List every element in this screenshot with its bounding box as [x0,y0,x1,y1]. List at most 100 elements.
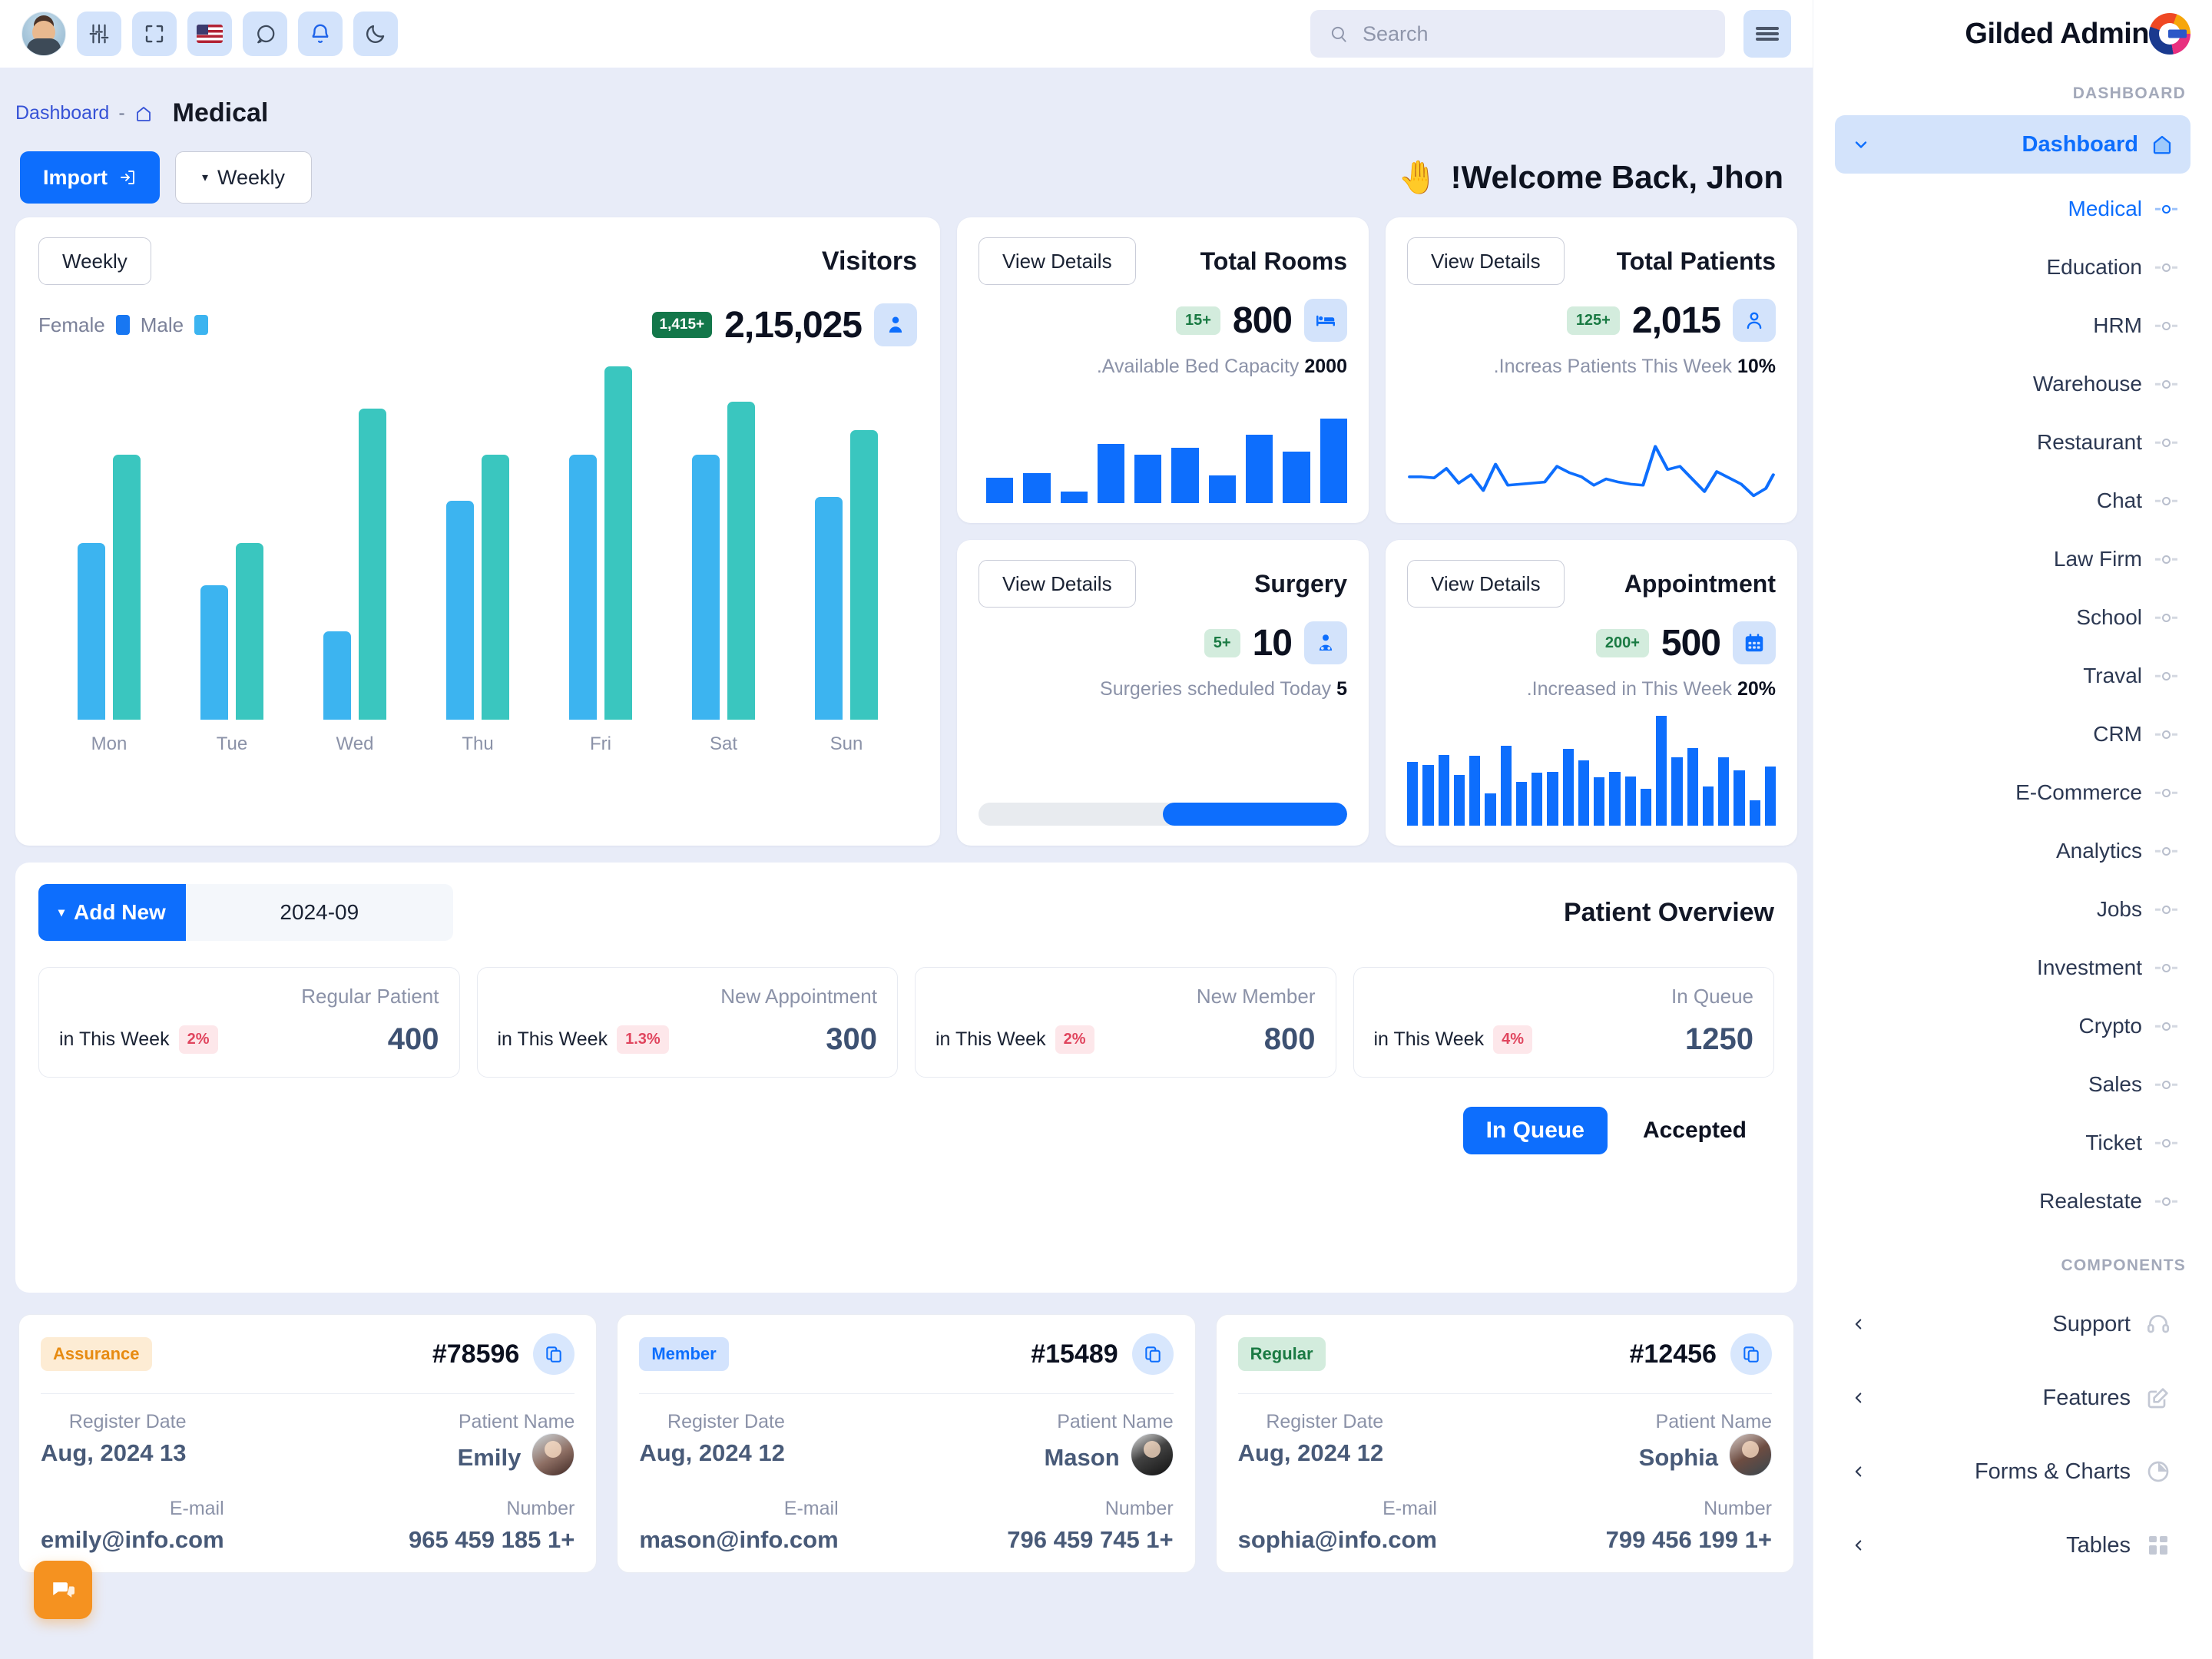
bar [1407,761,1419,826]
appointment-view-details-button[interactable]: View Details [1407,560,1565,608]
stat-week-group: in This Week 1.3% [498,1025,669,1054]
sidebar-item-support[interactable]: Support [1835,1287,2190,1361]
total-patients-view-details-button[interactable]: View Details [1407,237,1565,285]
period-select[interactable]: ▾ Weekly [175,151,313,204]
sidebar-item-ticket[interactable]: Ticket [1835,1114,2190,1172]
brand-name: Gilded Admin [1965,17,2149,50]
sidebar-item-jobs[interactable]: Jobs [1835,880,2190,939]
bar [1532,773,1543,826]
chat-icon[interactable] [243,12,287,56]
sidebar-item-hrm[interactable]: HRM [1835,296,2190,355]
field-label: Register Date [1266,1411,1384,1432]
surgery-title: Surgery [1254,569,1347,598]
bar [1764,766,1776,826]
bar-group-tue [200,366,263,720]
bar-group-sun [815,366,878,720]
sidebar-item-traval[interactable]: Traval [1835,647,2190,705]
register-date-value: Aug, 2024 13 [41,1439,187,1466]
kpi-row-bottom: View Details Surgery 5+ 10 Surgeries sch… [957,540,1797,846]
copy-icon[interactable] [1131,1333,1174,1375]
total-rooms-view-details-button[interactable]: View Details [979,237,1136,285]
visitors-bars [38,366,917,720]
stat-label: New Appointment [720,985,877,1008]
fullscreen-icon[interactable] [132,12,177,56]
patient-card-list: Assurance #78596 Register Date Aug, 2024… [15,1314,1797,1573]
stat-week-group: in This Week 4% [1374,1025,1532,1054]
surgery-view-details-button[interactable]: View Details [979,560,1136,608]
sidebar-item-sales[interactable]: Sales [1835,1055,2190,1114]
sidebar-item-crypto[interactable]: Crypto [1835,997,2190,1055]
stat-bottom: in This Week 1.3% 300 [498,1022,878,1057]
sidebar-item-crm[interactable]: CRM [1835,705,2190,763]
tab-accepted[interactable]: Accepted [1620,1107,1770,1154]
sidebar-item-tables[interactable]: Tables [1835,1508,2190,1582]
legend-female-label: Female [38,313,105,336]
add-new-button[interactable]: ▾ Add New [38,884,186,941]
visitors-period-button[interactable]: Weekly [38,237,151,285]
bar-female-mon [78,543,105,720]
stat-card-in-queue: In Queue in This Week 4% 1250 [1353,967,1774,1078]
divider [1237,1393,1772,1394]
chat-support-button[interactable] [34,1561,92,1619]
bar-female-wed [323,631,351,720]
sidebar-item-warehouse[interactable]: Warehouse [1835,355,2190,413]
x-tick-tue: Tue [216,733,248,754]
moon-icon[interactable] [353,12,398,56]
breadcrumb: Medical - Dashboard [15,68,1797,128]
app-root: Search Medical - Dashboard Import ▾ Week… [0,0,2212,1659]
hamburger-icon [1756,25,1779,43]
sidebar-item-investment[interactable]: Investment [1835,939,2190,997]
sidebar-item-features[interactable]: Features [1835,1361,2190,1435]
hamburger-menu-button[interactable] [1743,10,1791,58]
bar-female-thu [446,500,474,720]
sidebar-item-law-firm[interactable]: Law Firm [1835,530,2190,588]
sidebar-item-analytics[interactable]: Analytics [1835,822,2190,880]
visitors-title: Visitors [821,246,917,276]
copy-icon[interactable] [1730,1333,1772,1375]
tab-in-queue[interactable]: In Queue [1462,1107,1608,1154]
copy-icon[interactable] [533,1333,575,1375]
sidebar-item-label: Sales [2088,1072,2142,1096]
bar [1023,473,1051,503]
date-field[interactable]: 2024-09 [185,884,453,941]
bullet-icon [2162,1022,2171,1031]
stat-card-regular-patient: Regular Patient in This Week 2% 400 [38,967,460,1078]
sidebar-item-label: Education [2046,255,2142,279]
surgery-foot-text: Surgeries scheduled Today [1100,678,1332,700]
brand-logo[interactable]: Gilded Admin [1835,0,2190,68]
bar [1246,434,1273,503]
patient-name-value: Emily [457,1444,522,1471]
sidebar-item-chat[interactable]: Chat [1835,472,2190,530]
sidebar-item-realestate[interactable]: Realestate [1835,1172,2190,1230]
stat-week-group: in This Week 2% [935,1025,1094,1054]
bar-female-fri [569,455,597,720]
sidebar-item-education[interactable]: Education [1835,238,2190,296]
patient-id: #15489 [1031,1339,1118,1369]
sidebar-item-school[interactable]: School [1835,588,2190,647]
sidebar-item-dashboard[interactable]: Dashboard [1835,115,2190,174]
search-input[interactable]: Search [1310,10,1725,58]
total-patients-foot-value: 10% [1737,356,1776,377]
register-date-field: Register Date Aug, 2024 12 [1238,1411,1384,1467]
sidebar-item-e-commerce[interactable]: E-Commerce [1835,763,2190,822]
patient-card[interactable]: Member #15489 Register Date Aug, 2024 12… [617,1314,1196,1573]
avatar[interactable] [22,12,66,56]
total-patients-footnote: .Increas Patients This Week 10% [1407,356,1776,378]
bar [1134,455,1162,503]
patient-card[interactable]: Assurance #78596 Register Date Aug, 2024… [18,1314,598,1573]
sidebar-item-restaurant[interactable]: Restaurant [1835,413,2190,472]
patient-card[interactable]: Regular #12456 Register Date Aug, 2024 1… [1215,1314,1794,1573]
sliders-icon[interactable] [77,12,121,56]
flag-usa-icon[interactable] [187,12,232,56]
import-button[interactable]: Import [20,151,160,204]
bar-group-wed [323,366,386,720]
sidebar-item-medical[interactable]: Medical [1835,180,2190,238]
flag-usa-glyph [197,25,223,43]
breadcrumb-parent-link[interactable]: - Dashboard [15,102,153,124]
patient-card-header: Member #15489 [639,1333,1174,1375]
register-date-field: Register Date Aug, 2024 12 [639,1411,785,1467]
home-icon [2153,135,2171,154]
sidebar-item-forms-and-charts[interactable]: Forms & Charts [1835,1435,2190,1508]
bar [1749,800,1760,826]
bell-icon[interactable] [298,12,343,56]
